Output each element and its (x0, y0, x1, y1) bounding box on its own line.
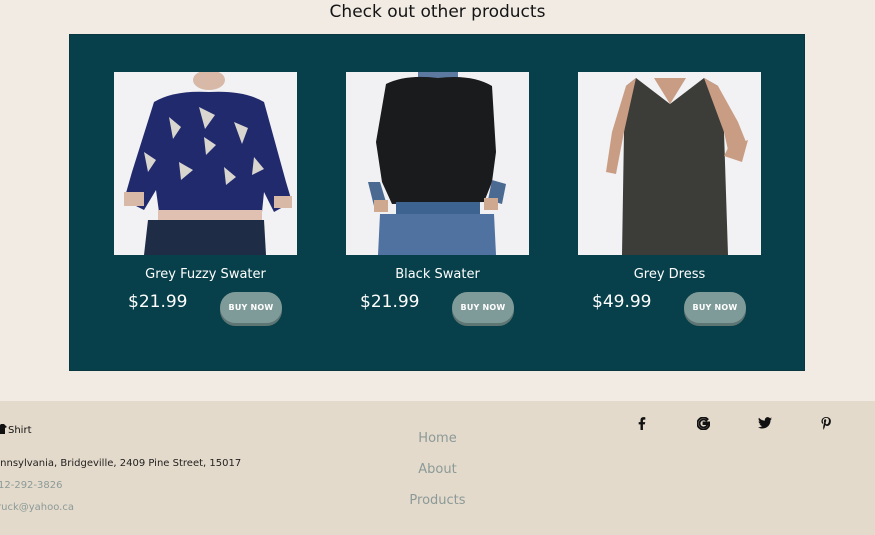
product-name[interactable]: Grey Dress (578, 267, 761, 282)
shirt-icon (0, 424, 7, 437)
products-panel: Grey Fuzzy Swater $21.99 BUY NOW Black S… (69, 34, 805, 371)
buy-now-button[interactable]: BUY NOW (220, 292, 282, 323)
footer-address: ennsylvania, Bridgeville, 2409 Pine Stre… (0, 458, 242, 469)
buy-now-button[interactable]: BUY NOW (452, 292, 514, 323)
product-card[interactable]: Grey Dress $49.99 BUY NOW (578, 72, 761, 323)
product-image[interactable] (114, 72, 297, 255)
product-card[interactable]: Grey Fuzzy Swater $21.99 BUY NOW (114, 72, 297, 323)
product-price: $21.99 (128, 292, 188, 312)
product-image[interactable] (346, 72, 529, 255)
footer-brand[interactable]: Shirt (0, 424, 32, 437)
footer-phone[interactable]: 12-292-3826 (0, 480, 62, 491)
facebook-icon[interactable] (634, 415, 650, 431)
buy-now-button[interactable]: BUY NOW (684, 292, 746, 323)
product-price: $49.99 (592, 292, 652, 312)
footer-brand-label: Shirt (8, 425, 32, 436)
product-price: $21.99 (360, 292, 420, 312)
footer-email[interactable]: ruck@yahoo.ca (0, 502, 74, 513)
product-name[interactable]: Black Swater (346, 267, 529, 282)
product-name[interactable]: Grey Fuzzy Swater (114, 267, 297, 282)
pinterest-icon[interactable] (818, 415, 834, 431)
footer-link-about[interactable]: About (380, 462, 495, 493)
footer-nav: Home About Products (380, 431, 495, 524)
product-image[interactable] (578, 72, 761, 255)
footer-link-home[interactable]: Home (380, 431, 495, 462)
footer: Shirt ennsylvania, Bridgeville, 2409 Pin… (0, 401, 875, 535)
product-card[interactable]: Black Swater $21.99 BUY NOW (346, 72, 529, 323)
section-title: Check out other products (329, 2, 546, 22)
twitter-icon[interactable] (757, 415, 773, 431)
footer-link-products[interactable]: Products (380, 493, 495, 524)
google-icon[interactable] (695, 415, 711, 431)
